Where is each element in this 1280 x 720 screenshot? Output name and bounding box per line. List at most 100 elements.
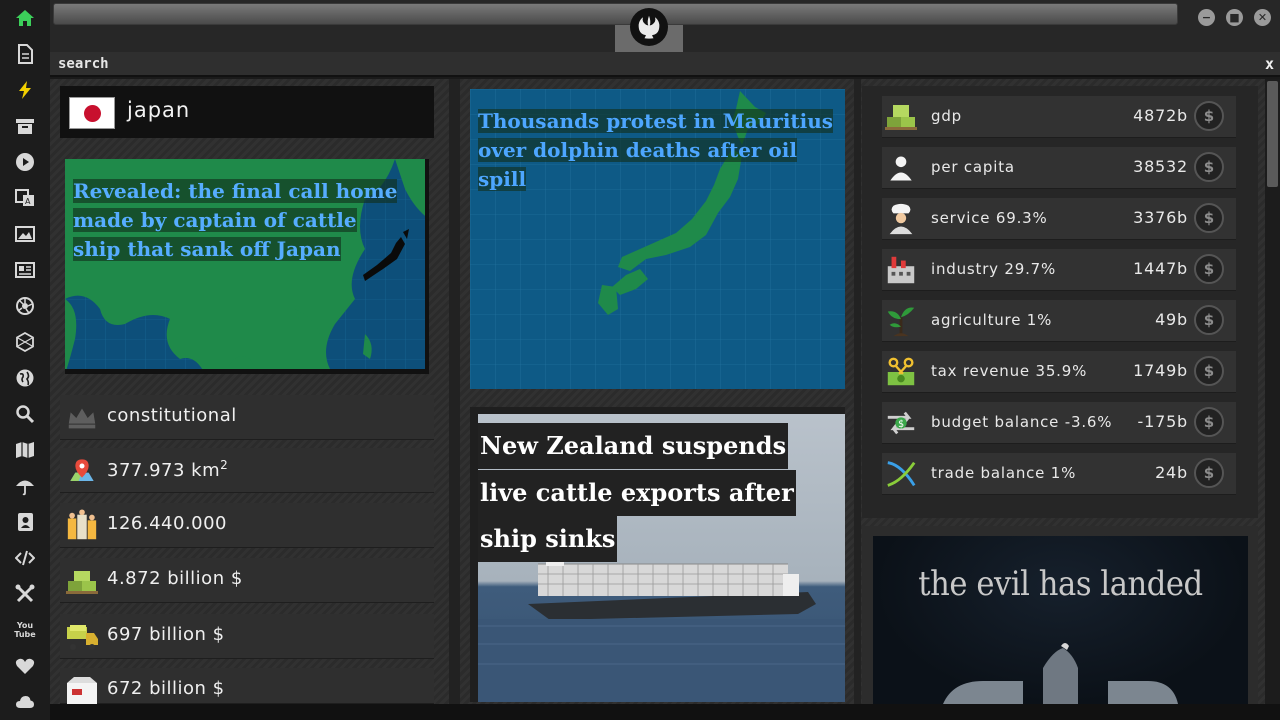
econ-value: 1447b — [1133, 259, 1188, 278]
search-bar[interactable]: search x — [50, 52, 1280, 77]
search-close-button[interactable]: x — [1265, 55, 1274, 73]
econ-label: industry 29.7% — [931, 260, 1057, 278]
econ-row-budget-balance[interactable]: $ budget balance -3.6% -175b $ — [882, 402, 1236, 444]
minimize-button[interactable]: − — [1198, 9, 1215, 26]
exports-tile[interactable]: 697 billion $ — [60, 614, 434, 659]
dollar-coin-icon[interactable]: $ — [1194, 407, 1224, 437]
aperture-icon[interactable] — [13, 294, 37, 318]
address-bar[interactable] — [53, 3, 1178, 25]
econ-row-trade-balance[interactable]: trade balance 1% 24b $ — [882, 453, 1236, 495]
econ-label: gdp — [931, 107, 962, 125]
country-header[interactable]: japan — [60, 86, 434, 138]
person-icon — [882, 150, 920, 186]
lightning-icon[interactable] — [13, 78, 37, 102]
government-tile[interactable]: constitutional — [60, 395, 434, 440]
area-tile[interactable]: 377.973 km2 — [60, 448, 434, 493]
imports-tile[interactable]: 672 billion $ — [60, 668, 434, 705]
gdp-value: 4.872 billion $ — [107, 568, 243, 589]
econ-value: 1749b — [1133, 361, 1188, 380]
government-type: constitutional — [107, 405, 237, 426]
japan-flag-icon — [69, 97, 115, 129]
gdp-tile[interactable]: 4.872 billion $ — [60, 558, 434, 603]
ship-headline-line-2[interactable]: live cattle exports after — [478, 470, 796, 516]
dollar-coin-icon[interactable]: $ — [1194, 305, 1224, 335]
umbrella-icon[interactable] — [13, 474, 37, 498]
econ-label: tax revenue 35.9% — [931, 362, 1088, 380]
search-icon[interactable] — [13, 402, 37, 426]
cloud-icon[interactable] — [13, 690, 37, 714]
econ-value: -175b — [1137, 412, 1188, 431]
rebel-alliance-logo-icon[interactable] — [630, 8, 668, 46]
econ-row-agriculture[interactable]: agriculture 1% 49b $ — [882, 300, 1236, 342]
factory-icon — [882, 252, 920, 288]
econ-row-gdp[interactable]: gdp 4872b $ — [882, 96, 1236, 138]
crown-icon — [64, 400, 100, 436]
dollar-coin-icon[interactable]: $ — [1194, 356, 1224, 386]
econ-label: per capita — [931, 158, 1015, 176]
main-scrollbar[interactable] — [1265, 79, 1280, 704]
image-icon[interactable] — [13, 222, 37, 246]
population-tile[interactable]: 126.440.000 — [60, 503, 434, 548]
dollar-coin-icon[interactable]: $ — [1194, 101, 1224, 131]
econ-value: 38532 — [1133, 157, 1188, 176]
left-icon-rail: A You Tube — [0, 0, 50, 720]
dollar-coin-icon[interactable]: $ — [1194, 203, 1224, 233]
newspaper-icon[interactable] — [13, 258, 37, 282]
home-icon[interactable] — [13, 6, 37, 30]
youtube-icon-label: You Tube — [14, 621, 36, 639]
exports-value: 697 billion $ — [107, 624, 225, 645]
area-value: 377.973 km2 — [107, 458, 229, 481]
trade-cross-icon — [882, 456, 920, 492]
column-divider — [854, 79, 861, 704]
youtube-icon[interactable]: You Tube — [13, 618, 37, 642]
population-value: 126.440.000 — [107, 513, 228, 534]
econ-row-service[interactable]: service 69.3% 3376b $ — [882, 198, 1236, 240]
ship-headline-line-3[interactable]: ship sinks — [478, 516, 618, 562]
econ-label: service 69.3% — [931, 209, 1048, 227]
play-icon[interactable] — [13, 150, 37, 174]
ship-headline-line-1[interactable]: New Zealand suspends — [478, 423, 789, 469]
asia-news-headline[interactable]: Revealed: the final call home made by ca… — [73, 177, 403, 264]
hexagon-icon[interactable] — [13, 330, 37, 354]
close-window-button[interactable]: ✕ — [1254, 9, 1271, 26]
japan-news-headline[interactable]: Thousands protest in Mauritius over dolp… — [478, 107, 838, 194]
bottom-strip — [50, 704, 1280, 720]
archive-icon[interactable] — [13, 114, 37, 138]
plant-icon — [882, 303, 920, 339]
econ-value: 3376b — [1133, 208, 1188, 227]
svg-text:A: A — [25, 197, 31, 206]
econ-label: budget balance -3.6% — [931, 413, 1113, 431]
scissors-money-icon — [882, 354, 920, 390]
ad-emblem-icon — [943, 643, 1178, 704]
econ-row-tax-revenue[interactable]: tax revenue 35.9% 1749b $ — [882, 351, 1236, 393]
document-icon[interactable] — [13, 42, 37, 66]
scrollbar-thumb[interactable] — [1267, 81, 1278, 187]
population-icon — [64, 508, 100, 544]
econ-row-per-capita[interactable]: per capita 38532 $ — [882, 147, 1236, 189]
dollar-coin-icon[interactable]: $ — [1194, 458, 1224, 488]
area-pin-icon — [64, 453, 100, 489]
code-icon[interactable] — [13, 546, 37, 570]
imports-value: 672 billion $ — [107, 678, 225, 699]
heart-icon[interactable] — [13, 654, 37, 678]
maximize-button[interactable]: ■ — [1226, 9, 1243, 26]
globe-icon[interactable] — [13, 366, 37, 390]
dollar-coin-icon[interactable]: $ — [1194, 254, 1224, 284]
econ-value: 4872b — [1133, 106, 1188, 125]
econ-value: 49b — [1155, 310, 1188, 329]
dollar-coin-icon[interactable]: $ — [1194, 152, 1224, 182]
top-bar: − ■ ✕ — [50, 0, 1280, 52]
advertisement-banner[interactable]: the evil has landed — [873, 536, 1248, 704]
search-label: search — [58, 56, 109, 72]
balance-arrows-icon: $ — [882, 405, 920, 441]
column-divider — [449, 79, 460, 704]
translate-icon[interactable]: A — [13, 186, 37, 210]
contact-icon[interactable] — [13, 510, 37, 534]
econ-label: agriculture 1% — [931, 311, 1053, 329]
tools-icon[interactable] — [13, 582, 37, 606]
money-truck-icon — [64, 619, 100, 655]
econ-row-industry[interactable]: industry 29.7% 1447b $ — [882, 249, 1236, 291]
econ-value: 24b — [1155, 463, 1188, 482]
map-icon[interactable] — [13, 438, 37, 462]
money-stack-icon — [64, 563, 100, 599]
